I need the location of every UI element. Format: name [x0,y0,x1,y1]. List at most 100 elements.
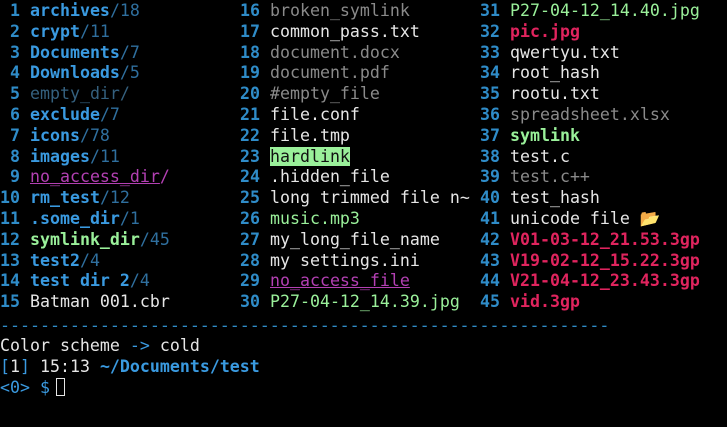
item-number: 10 [0,188,20,208]
item-number: 14 [0,271,20,291]
list-item[interactable]: 6 exclude/7 [0,104,120,125]
list-item[interactable]: 21 file.conf [240,104,360,125]
item-number: 3 [10,42,20,62]
list-item[interactable]: 38 test.c [480,146,570,167]
item-count: /4 [79,250,100,270]
color-scheme-value: cold [149,336,200,355]
item-name: rootu.txt [510,84,600,104]
item-name: unicode file 📂 [510,209,661,228]
prompt-symbol: $ [29,378,50,397]
item-number: 33 [480,42,500,62]
item-count: /45 [139,229,170,249]
item-number: 20 [240,84,260,104]
item-name: V01-03-12_21.53.3gp [510,229,700,249]
list-item[interactable]: 42 V01-03-12_21.53.3gp [480,229,700,250]
item-number: 8 [10,146,20,166]
list-item[interactable]: 27 my_long_file_name [240,229,440,250]
list-item[interactable]: 20 #empty_file [240,83,380,104]
item-name: long trimmed file n~ [270,188,470,208]
list-item[interactable]: 8 images/11 [0,146,120,167]
list-item[interactable]: 17 common_pass.txt [240,21,420,42]
item-name: vid.3gp [510,292,580,312]
list-item[interactable]: 43 V19-02-12_15.22.3gp [480,250,700,271]
item-name: .some_dir [30,209,120,228]
item-number: 16 [240,1,260,20]
item-name: hardlink [270,146,350,166]
terminal-window[interactable]: 1 archives/18 2 crypt/11 3 Documents/7 4 Do… [0,0,727,427]
item-count: /11 [79,21,110,41]
item-count: / [159,167,170,187]
item-count: /12 [99,188,130,208]
list-item[interactable]: 36 spreadsheet.xlsx [480,104,670,125]
list-item[interactable]: 24 .hidden_file [240,166,390,187]
item-name: no_access_dir [30,167,160,187]
list-item[interactable]: 19 document.pdf [240,62,390,83]
list-item[interactable]: 25 long trimmed file n~ [240,187,470,208]
text-cursor[interactable] [55,378,65,396]
color-scheme-line: Color scheme -> cold [0,335,200,356]
item-number: 17 [240,21,260,41]
list-item[interactable]: 26 music.mp3 [240,208,360,229]
list-item[interactable]: 10 rm_test/12 [0,187,130,208]
item-number: 29 [240,271,260,291]
item-number: 37 [480,125,500,145]
list-item[interactable]: 31 P27-04-12_14.40.jpg [480,0,700,21]
list-item[interactable]: 18 document.docx [240,42,400,63]
list-item[interactable]: 34 root_hash [480,62,600,83]
item-number: 43 [480,250,500,270]
list-item[interactable]: 3 Documents/7 [0,42,140,63]
item-name: test_hash [510,188,600,208]
list-item[interactable]: 1 archives/18 [0,0,140,21]
item-count: /7 [119,42,140,62]
list-item[interactable]: 28 my settings.ini [240,250,420,271]
list-item[interactable]: 12 symlink_dir/45 [0,229,170,250]
item-count: /11 [89,146,120,166]
item-name: test.c [510,146,570,166]
list-item[interactable]: 7 icons/78 [0,125,110,146]
item-number: 38 [480,146,500,166]
list-item[interactable]: 11 .some_dir/1 [0,208,140,229]
item-number: 36 [480,105,500,124]
list-item[interactable]: 22 file.tmp [240,125,350,146]
item-name: archives [30,1,110,20]
list-item[interactable]: 2 crypt/11 [0,21,110,42]
item-name: my_long_file_name [270,229,440,249]
list-item[interactable]: 45 vid.3gp [480,291,580,312]
list-item[interactable]: 33 qwertyu.txt [480,42,620,63]
item-name: Batman 001.cbr [30,292,170,312]
item-name: document.docx [270,42,400,62]
item-number: 4 [10,63,20,83]
item-number: 5 [10,84,20,104]
list-item[interactable]: 29 no_access_file [240,270,410,291]
item-number: 11 [0,209,20,228]
list-item[interactable]: 39 test.c++ [480,166,590,187]
list-item[interactable]: 14 test dir 2/4 [0,270,150,291]
list-item[interactable]: 40 test_hash [480,187,600,208]
list-item[interactable]: 37 symlink [480,125,580,146]
list-item[interactable]: 4 Downloads/5 [0,62,140,83]
item-count: /1 [119,209,140,228]
list-item[interactable]: 41 unicode file 📂 [480,208,661,229]
list-item[interactable]: 15 Batman 001.cbr [0,291,170,312]
item-number: 45 [480,292,500,312]
list-item[interactable]: 44 V21-04-12_23.43.3gp [480,270,700,291]
list-item[interactable]: 16 broken_symlink [240,0,410,21]
current-path: ~/Documents/test [99,357,260,376]
item-number: 21 [240,105,260,124]
item-name: #empty_file [270,84,380,104]
list-item[interactable]: 32 pic.jpg [480,21,580,42]
color-scheme-label: Color scheme [0,336,130,355]
item-name: test dir 2 [30,271,130,291]
list-item[interactable]: 23 hardlink [240,146,350,167]
list-item[interactable]: 13 test2/4 [0,250,100,271]
list-item[interactable]: 5 empty_dir/ [0,83,130,104]
list-item[interactable]: 30 P27-04-12_14.39.jpg [240,291,460,312]
workspace-number: 1 [10,357,20,376]
item-name: root_hash [510,63,600,83]
prompt-line[interactable]: <0> $ [0,377,65,398]
item-number: 44 [480,271,500,291]
item-name: exclude [30,105,100,124]
list-item[interactable]: 9 no_access_dir/ [0,166,170,187]
item-number: 32 [480,21,500,41]
list-item[interactable]: 35 rootu.txt [480,83,600,104]
